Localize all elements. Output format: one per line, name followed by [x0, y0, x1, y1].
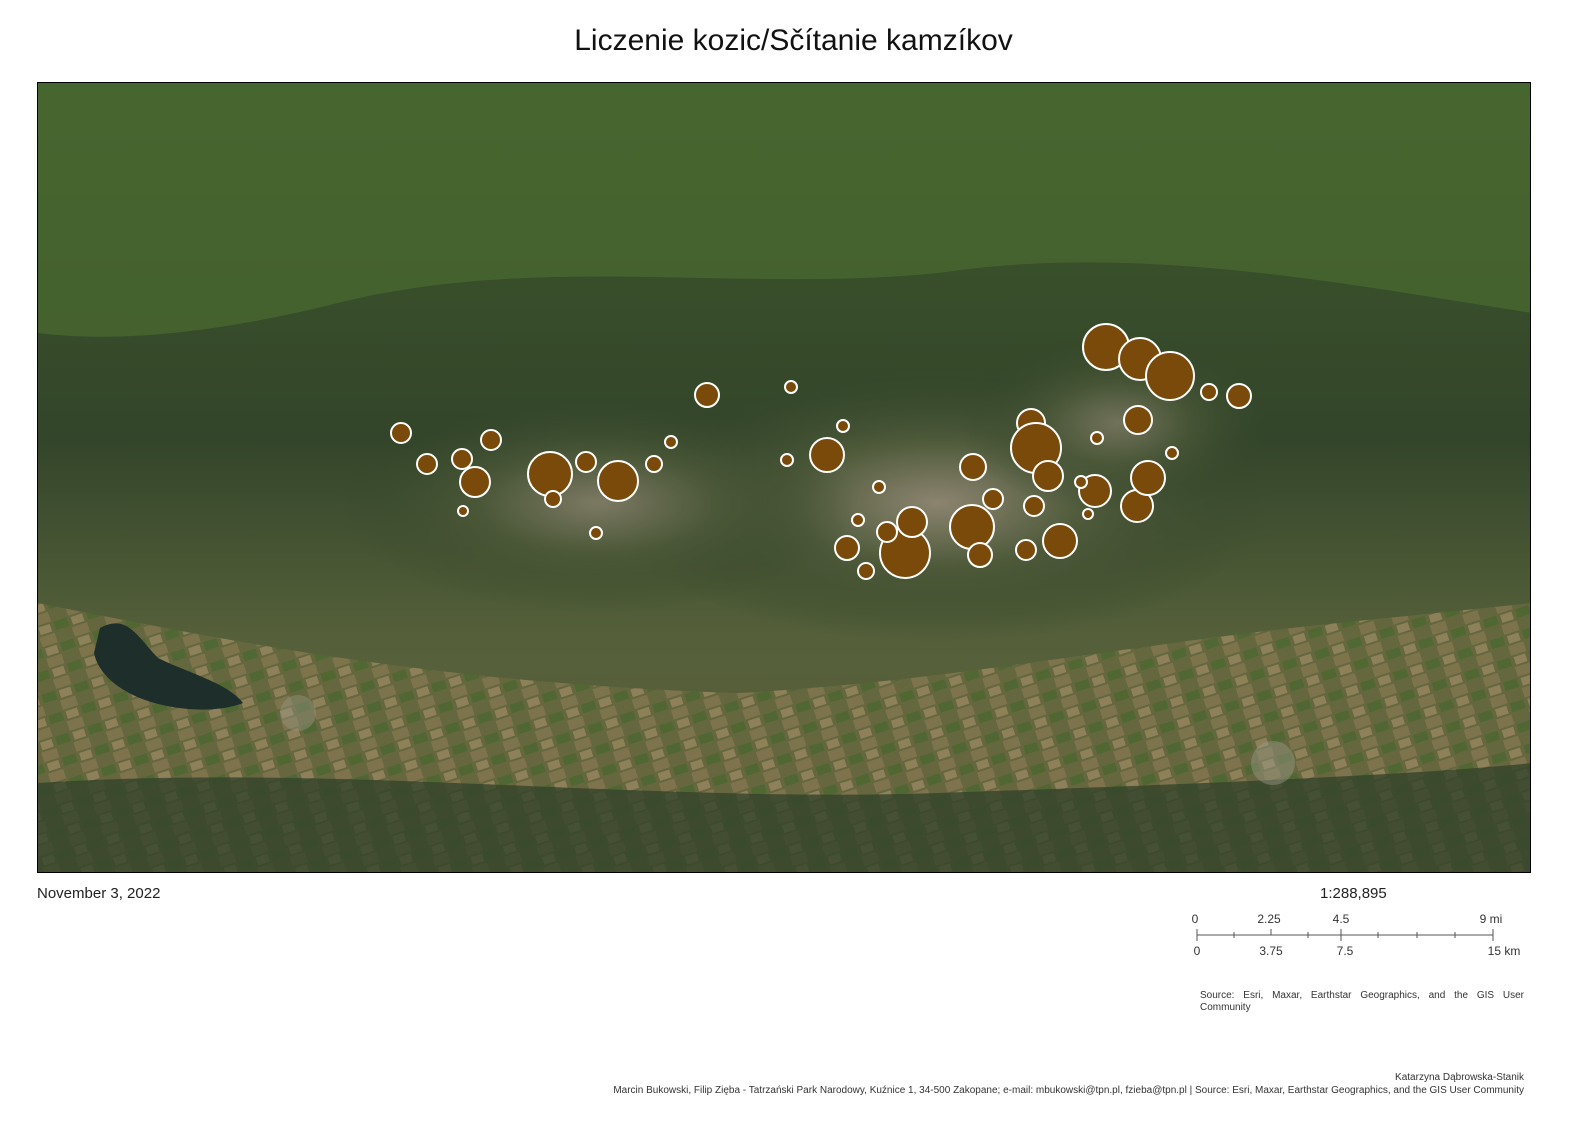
- scale-mi-1: 2.25: [1257, 912, 1281, 926]
- count-symbol[interactable]: [457, 505, 469, 517]
- source-attribution: Source: Esri, Maxar, Earthstar Geographi…: [1200, 990, 1524, 1013]
- map-title: Liczenie kozic/Sčítanie kamzíkov: [574, 24, 1013, 57]
- scale-km-3: 15 km: [1488, 944, 1521, 958]
- count-symbol[interactable]: [664, 435, 678, 449]
- count-symbol[interactable]: [451, 448, 473, 470]
- count-symbol[interactable]: [784, 380, 798, 394]
- count-symbol[interactable]: [1130, 460, 1166, 496]
- satellite-basemap[interactable]: [38, 83, 1531, 873]
- count-symbol[interactable]: [575, 451, 597, 473]
- count-symbol[interactable]: [589, 526, 603, 540]
- scale-mi-0: 0: [1192, 912, 1199, 926]
- count-symbol[interactable]: [694, 382, 720, 408]
- map-view[interactable]: [37, 82, 1531, 873]
- count-symbol[interactable]: [851, 513, 865, 527]
- count-symbol[interactable]: [1082, 508, 1094, 520]
- count-symbol[interactable]: [967, 542, 993, 568]
- count-symbol[interactable]: [527, 451, 573, 497]
- count-symbol[interactable]: [645, 455, 663, 473]
- count-symbol[interactable]: [809, 437, 845, 473]
- count-symbol[interactable]: [949, 504, 995, 550]
- scale-ratio: 1:288,895: [1320, 885, 1387, 902]
- count-symbol[interactable]: [959, 453, 987, 481]
- count-symbol[interactable]: [872, 480, 886, 494]
- count-symbol[interactable]: [1074, 475, 1088, 489]
- count-symbol[interactable]: [1042, 523, 1078, 559]
- count-symbol[interactable]: [1145, 351, 1195, 401]
- count-symbol[interactable]: [780, 453, 794, 467]
- scale-km-2: 7.5: [1337, 944, 1354, 958]
- count-symbol[interactable]: [896, 506, 928, 538]
- count-symbol[interactable]: [982, 488, 1004, 510]
- count-symbol[interactable]: [1165, 446, 1179, 460]
- count-symbol[interactable]: [1123, 405, 1153, 435]
- count-symbol[interactable]: [1226, 383, 1252, 409]
- count-symbol[interactable]: [390, 422, 412, 444]
- author-credit: Katarzyna Dąbrowska-Stanik: [1395, 1072, 1524, 1083]
- count-symbol[interactable]: [480, 429, 502, 451]
- count-symbol[interactable]: [1015, 539, 1037, 561]
- count-symbol[interactable]: [836, 419, 850, 433]
- count-symbol[interactable]: [1032, 460, 1064, 492]
- count-symbol[interactable]: [1200, 383, 1218, 401]
- count-symbol[interactable]: [459, 466, 491, 498]
- scale-mi-3: 9 mi: [1480, 912, 1503, 926]
- count-symbol[interactable]: [1090, 431, 1104, 445]
- count-symbol[interactable]: [834, 535, 860, 561]
- count-symbol[interactable]: [876, 521, 898, 543]
- data-credits: Marcin Bukowski, Filip Zięba - Tatrzańsk…: [613, 1085, 1524, 1096]
- count-symbol[interactable]: [1023, 495, 1045, 517]
- map-date: November 3, 2022: [37, 885, 161, 902]
- count-symbol[interactable]: [597, 460, 639, 502]
- count-symbol[interactable]: [857, 562, 875, 580]
- scale-bar: 0 2.25 4.5 9 mi 0 3.75 7.5 15 km: [1192, 912, 1521, 958]
- scale-km-0: 0: [1194, 944, 1201, 958]
- count-symbol[interactable]: [416, 453, 438, 475]
- scale-mi-2: 4.5: [1333, 912, 1350, 926]
- scale-km-1: 3.75: [1259, 944, 1283, 958]
- count-symbol[interactable]: [544, 490, 562, 508]
